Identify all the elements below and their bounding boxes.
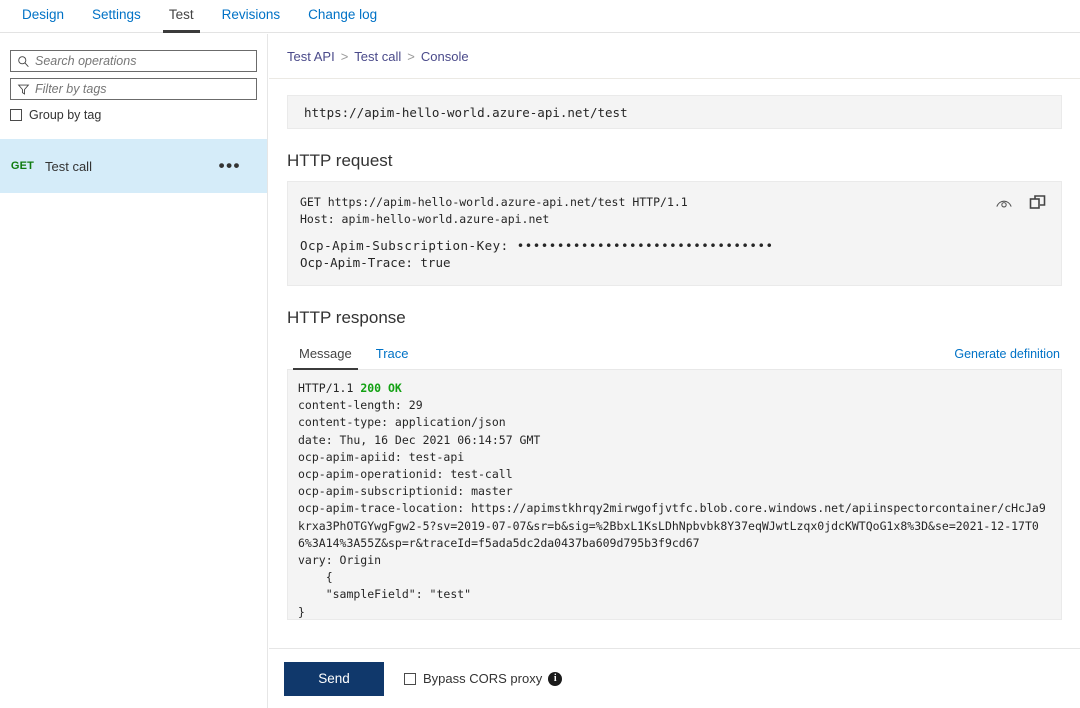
bypass-cors-label: Bypass CORS proxy (423, 671, 543, 686)
eye-icon[interactable] (995, 196, 1013, 210)
http-request-heading: HTTP request (287, 151, 393, 170)
tab-revisions[interactable]: Revisions (208, 0, 295, 33)
bypass-cors-checkbox[interactable] (404, 672, 416, 685)
tab-design[interactable]: Design (8, 0, 78, 33)
group-by-tag-toggle[interactable]: Group by tag (10, 108, 267, 122)
request-host-header: Host: apim-hello-world.azure-api.net (300, 212, 550, 226)
response-body: content-length: 29 content-type: applica… (298, 398, 1046, 619)
send-button[interactable]: Send (284, 661, 384, 696)
filter-placeholder: Filter by tags (35, 82, 107, 96)
http-request-box[interactable]: GET https://apim-hello-world.azure-api.n… (287, 181, 1062, 286)
tab-trace[interactable]: Trace (364, 346, 421, 369)
console-footer: Send Bypass CORS proxy i (269, 648, 1080, 708)
api-test-console: Design Settings Test Revisions Change lo… (0, 0, 1080, 708)
request-subscription-key-header: Ocp-Apim-Subscription-Key: •••••••••••••… (300, 238, 774, 253)
http-response-box[interactable]: HTTP/1.1 200 OK content-length: 29 conte… (287, 370, 1062, 620)
tab-message[interactable]: Message (287, 346, 364, 370)
breadcrumb-separator: > (340, 48, 349, 64)
operation-method-badge: GET (10, 160, 35, 172)
response-tabs: Message Trace Generate definition (287, 338, 1062, 370)
breadcrumb-item-console: Console (420, 48, 469, 64)
breadcrumb: Test API > Test call > Console (269, 34, 1080, 79)
operation-item-test-call[interactable]: GET Test call ••• (0, 139, 267, 193)
tab-test[interactable]: Test (155, 0, 208, 33)
group-by-tag-label: Group by tag (29, 108, 102, 122)
request-trace-header: Ocp-Apim-Trace: true (300, 255, 451, 270)
info-icon[interactable]: i (548, 671, 563, 686)
search-operations-input[interactable]: Search operations (10, 50, 257, 72)
group-by-tag-checkbox[interactable] (10, 109, 22, 121)
request-url-bar[interactable]: https://apim-hello-world.azure-api.net/t… (287, 95, 1062, 129)
http-response-heading: HTTP response (287, 308, 406, 327)
operation-more-icon[interactable]: ••• (219, 157, 267, 174)
copy-icon[interactable] (1029, 194, 1047, 212)
response-status-code: 200 OK (360, 381, 402, 395)
search-icon (11, 51, 35, 71)
filter-by-tags-input[interactable]: Filter by tags (10, 78, 257, 100)
breadcrumb-item-api[interactable]: Test API (287, 49, 335, 64)
bypass-cors-toggle[interactable]: Bypass CORS proxy i (404, 671, 563, 686)
request-line: GET https://apim-hello-world.azure-api.n… (300, 195, 688, 209)
generate-definition-link[interactable]: Generate definition (954, 347, 1060, 361)
search-placeholder: Search operations (35, 54, 137, 68)
operations-sidebar: Search operations Filter by tags Group b… (0, 34, 268, 708)
tab-settings[interactable]: Settings (78, 0, 155, 33)
response-status-prefix: HTTP/1.1 (298, 381, 361, 395)
api-tabbar: Design Settings Test Revisions Change lo… (0, 0, 1080, 33)
operation-name: Test call (45, 158, 92, 174)
breadcrumb-item-operation[interactable]: Test call (354, 49, 401, 64)
response-status-line: HTTP/1.1 200 OK (298, 380, 1047, 397)
console-content: https://apim-hello-world.azure-api.net/t… (269, 79, 1080, 664)
filter-icon (11, 79, 35, 99)
request-actions (995, 194, 1047, 212)
tab-change-log[interactable]: Change log (294, 0, 391, 33)
breadcrumb-separator: > (407, 48, 415, 64)
api-tabs: Design Settings Test Revisions Change lo… (0, 0, 1080, 33)
console-main: Test API > Test call > Console https://a… (269, 34, 1080, 708)
